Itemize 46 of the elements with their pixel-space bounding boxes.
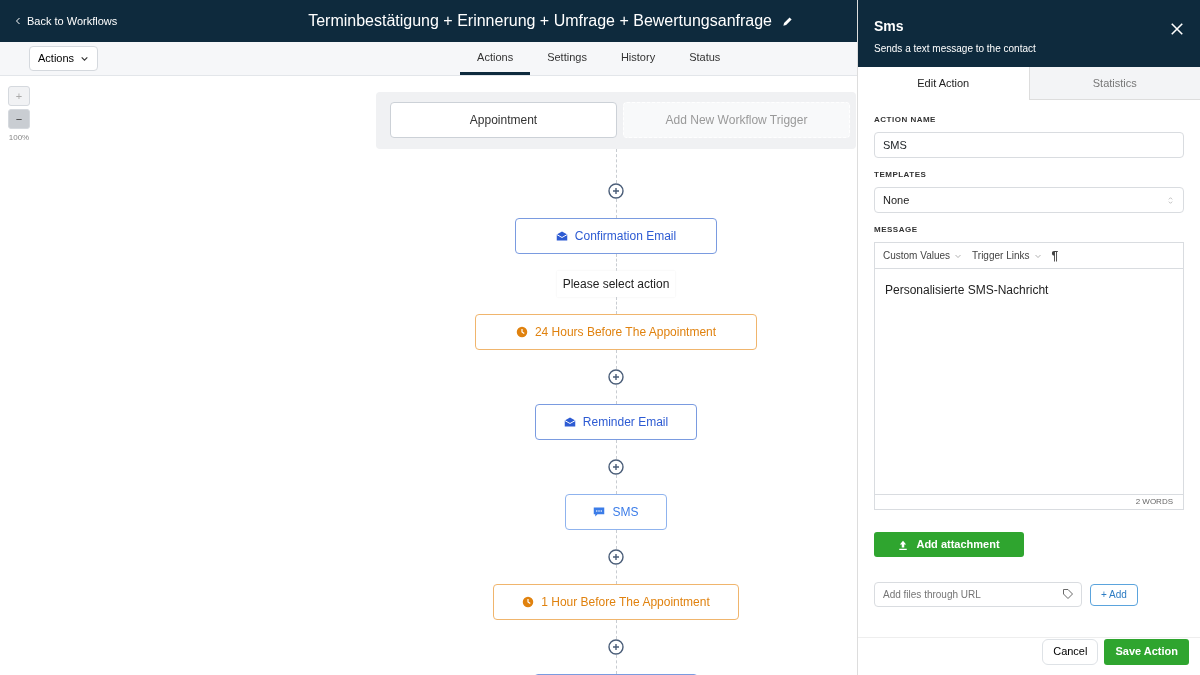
tab[interactable]: History [603, 42, 673, 75]
panel-title: Sms [874, 17, 905, 36]
url-field[interactable]: Add files through URL [874, 582, 1082, 607]
chevron-down-icon [80, 54, 90, 63]
clock-icon [522, 596, 535, 608]
add-step-icon[interactable] [608, 183, 624, 199]
upload-icon [898, 539, 909, 550]
sort-arrows-icon [1166, 195, 1175, 205]
editor-menu[interactable]: Custom Values [883, 248, 963, 263]
tab[interactable]: Statistics [1028, 67, 1200, 100]
message-text[interactable]: Personalisierte SMS-Nachricht [874, 269, 1184, 494]
zoom-level: 100% [8, 132, 30, 144]
tab[interactable]: Actions [460, 42, 531, 75]
add-step-icon[interactable] [608, 369, 624, 385]
tab[interactable]: Status [672, 42, 738, 75]
action-node[interactable]: SMS [565, 494, 667, 530]
add-url-button[interactable]: + Add [1090, 583, 1138, 606]
envelope-icon [555, 230, 568, 242]
editor-menu[interactable]: Trigger Links [972, 248, 1042, 263]
field-label: MESSAGE [874, 224, 919, 236]
zoom-out-button[interactable]: − [8, 109, 30, 129]
select-field[interactable]: None [874, 187, 1184, 213]
tab[interactable]: Settings [530, 42, 604, 75]
action-node[interactable]: Confirmation Email [514, 218, 718, 254]
pencil-icon [782, 15, 793, 27]
workflow-title: Terminbestätigung + Erinnerung + Umfrage + Bewertungsanfrage [308, 11, 772, 31]
field-label: ACTION NAME [874, 114, 937, 126]
chat-bubble-icon [593, 506, 606, 518]
clock-icon [515, 326, 528, 338]
back-link[interactable]: Back to Workflows [14, 12, 118, 30]
chevron-left-icon [14, 17, 22, 25]
add-step-icon[interactable] [608, 639, 624, 655]
envelope-icon [563, 416, 576, 428]
action-node[interactable]: Reminder Email [534, 404, 698, 440]
tag-icon [1062, 588, 1074, 600]
trigger-button[interactable]: Appointment [390, 102, 617, 138]
field-label: TEMPLATES [874, 169, 928, 181]
paragraph-button[interactable]: ¶ [1051, 246, 1059, 265]
add-step-icon[interactable] [608, 459, 624, 475]
actions-dropdown[interactable]: Actions [29, 46, 99, 71]
add-step-icon[interactable] [608, 549, 624, 565]
panel-subtitle: Sends a text message to the contact [874, 42, 1036, 56]
word-count: 2 WORDS [874, 494, 1184, 510]
cancel-button[interactable]: Cancel [1042, 638, 1099, 665]
action-prompt: Please select action [556, 271, 676, 297]
input-field[interactable]: SMS [874, 132, 1184, 158]
